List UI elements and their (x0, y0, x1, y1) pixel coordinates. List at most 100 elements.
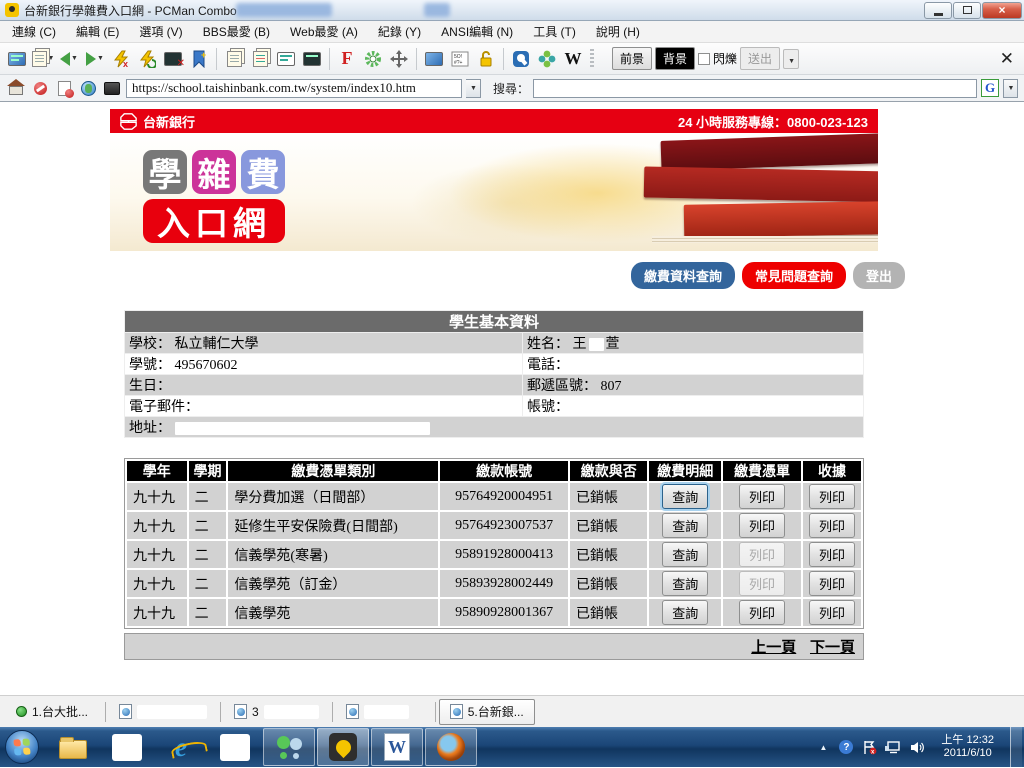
menu-history[interactable]: 紀錄 (Y) (368, 20, 431, 43)
maximize-button[interactable] (953, 2, 981, 19)
search-input[interactable] (533, 79, 977, 98)
print-receipt-button[interactable]: 列印 (809, 542, 855, 567)
print-voucher-button[interactable]: 列印 (739, 513, 785, 538)
background-button[interactable]: 背景 (655, 47, 695, 70)
menu-connect[interactable]: 連線 (C) (2, 20, 66, 43)
settings-gear-icon[interactable] (361, 46, 385, 72)
volume-tray-icon[interactable] (909, 739, 925, 755)
preview-terminal-icon[interactable] (300, 46, 324, 72)
print-voucher-button[interactable]: 列印 (739, 600, 785, 625)
hidden-icons-chevron-icon[interactable]: ▲ (815, 739, 831, 755)
pcman-taskbar-icon[interactable] (317, 728, 369, 766)
fee-year: 九十九 (127, 541, 187, 568)
stop-page-icon[interactable] (54, 78, 74, 98)
google-search-icon[interactable]: G (981, 79, 999, 97)
ansi-color-toolbar: 前景 背景 閃爍 送出 ▼ (612, 47, 799, 70)
print-receipt-button[interactable]: 列印 (809, 600, 855, 625)
menu-web-favorites[interactable]: Web最愛 (A) (280, 20, 368, 43)
print-voucher-button[interactable]: 列印 (739, 542, 785, 567)
help-tray-icon[interactable]: ? (839, 740, 853, 754)
window-mode-icon[interactable] (422, 46, 446, 72)
fee-year: 九十九 (127, 599, 187, 626)
print-receipt-button[interactable]: 列印 (809, 513, 855, 538)
ie-taskbar-icon[interactable]: e (155, 728, 207, 766)
query-detail-button[interactable]: 查詢 (662, 484, 708, 509)
menu-help[interactable]: 說明 (H) (586, 20, 650, 43)
query-detail-button[interactable]: 查詢 (662, 513, 708, 538)
add-bookmark-icon[interactable]: + (187, 46, 211, 72)
lock-icon[interactable] (474, 46, 498, 72)
tab-4[interactable] (336, 699, 432, 725)
pcman-logo-icon[interactable] (509, 46, 533, 72)
address-input[interactable]: https://school.taishinbank.com.tw/system… (126, 79, 462, 98)
minimize-button[interactable] (924, 2, 952, 19)
big5-convert-icon[interactable]: 5O!#?+ (448, 46, 472, 72)
payment-query-button[interactable]: 繳費資料查詢 (631, 262, 735, 289)
start-button[interactable] (5, 730, 39, 764)
wikipedia-icon[interactable]: W (561, 46, 585, 72)
menu-tools[interactable]: 工具 (T) (523, 20, 586, 43)
print-receipt-button[interactable]: 列印 (809, 571, 855, 596)
svg-text:#?+: #?+ (454, 60, 463, 66)
site-list-icon[interactable] (5, 46, 29, 72)
faq-button[interactable]: 常見問題查詢 (742, 262, 846, 289)
logout-button[interactable]: 登出 (853, 262, 905, 289)
fee-row: 九十九 二 信義學苑 95890928001367 已銷帳 查詢 列印 列印 (127, 599, 861, 626)
stop-icon[interactable] (30, 78, 50, 98)
action-center-flag-icon[interactable]: x (861, 739, 877, 755)
flower-icon[interactable] (535, 46, 559, 72)
next-page-link[interactable]: 下一頁 (810, 640, 855, 656)
menu-ansi-edit[interactable]: ANSI編輯 (N) (431, 20, 523, 43)
menu-edit[interactable]: 編輯 (E) (66, 20, 129, 43)
print-voucher-button[interactable]: 列印 (739, 484, 785, 509)
print-receipt-button[interactable]: 列印 (809, 484, 855, 509)
word-taskbar-icon[interactable]: W (371, 728, 423, 766)
taskbar-clock[interactable]: 上午 12:32 2011/6/10 (933, 734, 1002, 760)
tab-2[interactable] (109, 699, 217, 725)
tab-1[interactable]: 1.台大批... (6, 699, 102, 725)
blink-checkbox[interactable] (698, 53, 710, 65)
send-button[interactable]: 送出 (740, 47, 780, 70)
query-detail-button[interactable]: 查詢 (662, 571, 708, 596)
close-button[interactable]: × (982, 2, 1022, 19)
explorer-taskbar-icon[interactable] (47, 728, 99, 766)
query-detail-button[interactable]: 查詢 (662, 600, 708, 625)
tab-5-active[interactable]: 5.台新銀... (439, 699, 535, 725)
back-icon[interactable]: ▼ (57, 46, 81, 72)
toolbar-close-icon[interactable]: ✕ (1000, 49, 1014, 69)
firefox-taskbar-icon[interactable] (425, 728, 477, 766)
print-voucher-button[interactable]: 列印 (739, 571, 785, 596)
redacted-taskbar-icon[interactable] (101, 728, 153, 766)
copy-ansi-icon[interactable] (248, 46, 272, 72)
show-desktop-button[interactable] (1010, 727, 1022, 767)
terminal-icon[interactable] (102, 78, 122, 98)
resize-icon[interactable] (387, 46, 411, 72)
send-dropdown[interactable]: ▼ (783, 49, 799, 69)
tab-redaction (137, 705, 207, 719)
disconnect-icon[interactable]: x (109, 46, 133, 72)
menu-options[interactable]: 選項 (V) (129, 20, 192, 43)
font-icon[interactable]: F (335, 46, 359, 72)
tab-3[interactable]: 3 (224, 699, 329, 725)
address-dropdown-icon[interactable]: ▼ (466, 79, 481, 98)
close-terminal-icon[interactable]: ✕ (161, 46, 185, 72)
search-engine-dropdown-icon[interactable]: ▼ (1003, 79, 1018, 98)
globe-icon[interactable] (78, 78, 98, 98)
forward-icon[interactable]: ▼ (83, 46, 107, 72)
fee-status: 已銷帳 (570, 599, 647, 626)
messenger-taskbar-icon[interactable] (263, 728, 315, 766)
main-toolbar: ▼ ▼ ▼ x ✕ + F 5O!#?+ W 前景 背景 閃爍 送出 ▼ (0, 43, 1024, 75)
query-detail-button[interactable]: 查詢 (662, 542, 708, 567)
menu-bbs-favorites[interactable]: BBS最愛 (B) (193, 20, 280, 43)
reconnect-icon[interactable] (135, 46, 159, 72)
logo-char: 費 (241, 150, 285, 194)
prev-page-link[interactable]: 上一頁 (751, 640, 796, 656)
redacted-taskbar-icon[interactable] (209, 728, 261, 766)
home-icon[interactable] (6, 78, 26, 98)
new-page-icon[interactable]: ▼ (31, 46, 55, 72)
copy-icon[interactable] (222, 46, 246, 72)
paste-icon[interactable] (274, 46, 298, 72)
windows-flag-icon (13, 738, 30, 755)
foreground-button[interactable]: 前景 (612, 47, 652, 70)
network-tray-icon[interactable] (885, 739, 901, 755)
